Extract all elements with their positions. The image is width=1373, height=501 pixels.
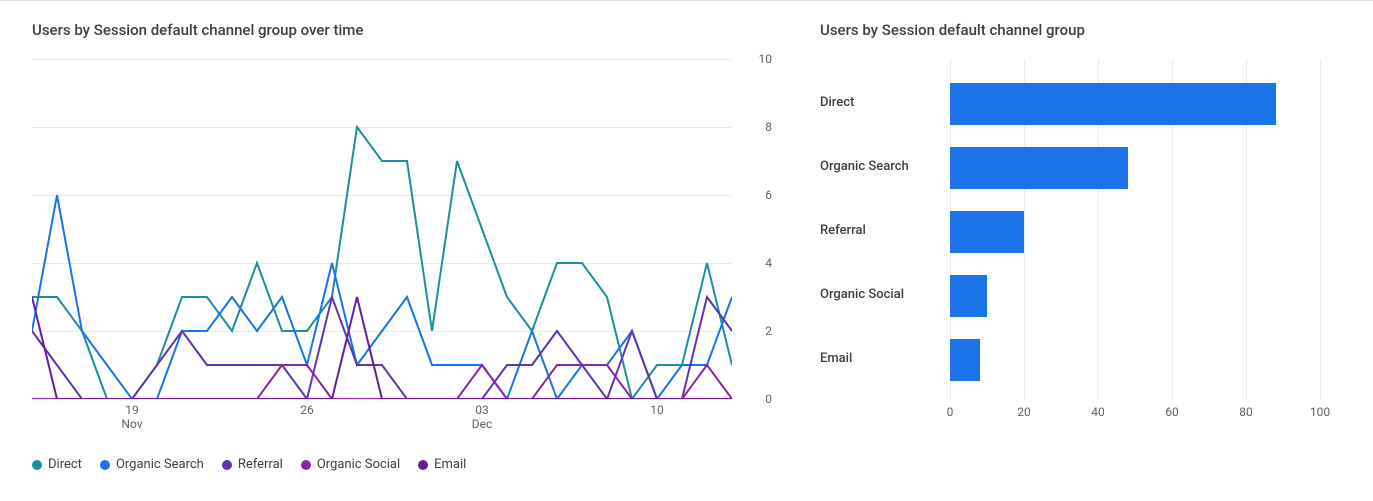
line-chart-title: Users by Session default channel group o… [32,21,780,39]
swatch-referral-icon [222,460,232,470]
bar-x-tick-label: 40 [1091,405,1105,419]
bar-rect[interactable] [950,211,1024,253]
bar-category-label: Referral [820,223,940,238]
bar-chart-title: Users by Session default channel group [820,21,1353,39]
x-tick-label: 03Dec [472,403,493,431]
bar-category-label: Direct [820,95,940,110]
bars-region: 020406080100 [950,59,1320,399]
line-y-axis: 0246810 [748,59,772,399]
legend-label-organic-search: Organic Search [116,457,204,472]
line-plot [32,59,732,399]
line-chart-panel: Users by Session default channel group o… [0,1,800,501]
series-line [32,127,732,399]
y-tick-label: 10 [759,52,773,66]
bar-x-tick-label: 100 [1310,405,1330,419]
y-tick-label: 2 [765,324,772,338]
dashboard-container: Users by Session default channel group o… [0,0,1373,501]
y-tick-label: 8 [765,120,772,134]
series-line [32,195,732,399]
bar-rect[interactable] [950,339,980,381]
gridline [32,399,732,400]
series-line [32,297,732,399]
legend: Direct Organic Search Referral Organic S… [32,457,780,472]
bar-row [950,147,1128,189]
swatch-email-icon [418,460,428,470]
legend-organic-social[interactable]: Organic Social [301,457,400,472]
bar-row [950,275,987,317]
bar-category-label: Email [820,351,940,366]
legend-direct[interactable]: Direct [32,457,82,472]
bar-x-tick-label: 60 [1165,405,1179,419]
x-tick-label: 19Nov [121,403,142,431]
bar-row [950,211,1024,253]
legend-label-organic-social: Organic Social [317,457,400,472]
bar-row [950,83,1276,125]
swatch-organic-search-icon [100,460,110,470]
bar-rect[interactable] [950,275,987,317]
legend-email[interactable]: Email [418,457,466,472]
series-line [32,297,732,399]
x-tick-label: 26 [300,403,314,417]
bar-category-label: Organic Search [820,159,940,174]
y-tick-label: 6 [765,188,772,202]
bar-rect[interactable] [950,83,1276,125]
line-chart-area[interactable]: 0246810 19Nov2603Dec10 [32,59,772,439]
line-svg [32,59,732,399]
bar-category-label: Organic Social [820,287,940,302]
bar-chart-area[interactable]: 020406080100 DirectOrganic SearchReferra… [820,59,1340,439]
y-tick-label: 4 [765,256,772,270]
legend-label-direct: Direct [48,457,82,472]
swatch-direct-icon [32,460,42,470]
bar-x-tick-label: 20 [1017,405,1031,419]
bar-x-tick-label: 80 [1239,405,1253,419]
legend-label-referral: Referral [238,457,283,472]
legend-organic-search[interactable]: Organic Search [100,457,204,472]
bar-rect[interactable] [950,147,1128,189]
bar-row [950,339,980,381]
legend-label-email: Email [434,457,466,472]
swatch-organic-social-icon [301,460,311,470]
x-tick-label: 10 [650,403,664,417]
bar-gridline [1320,59,1321,399]
bar-x-tick-label: 0 [947,405,954,419]
y-tick-label: 0 [765,392,772,406]
legend-referral[interactable]: Referral [222,457,283,472]
bar-chart-panel: Users by Session default channel group 0… [800,1,1373,501]
